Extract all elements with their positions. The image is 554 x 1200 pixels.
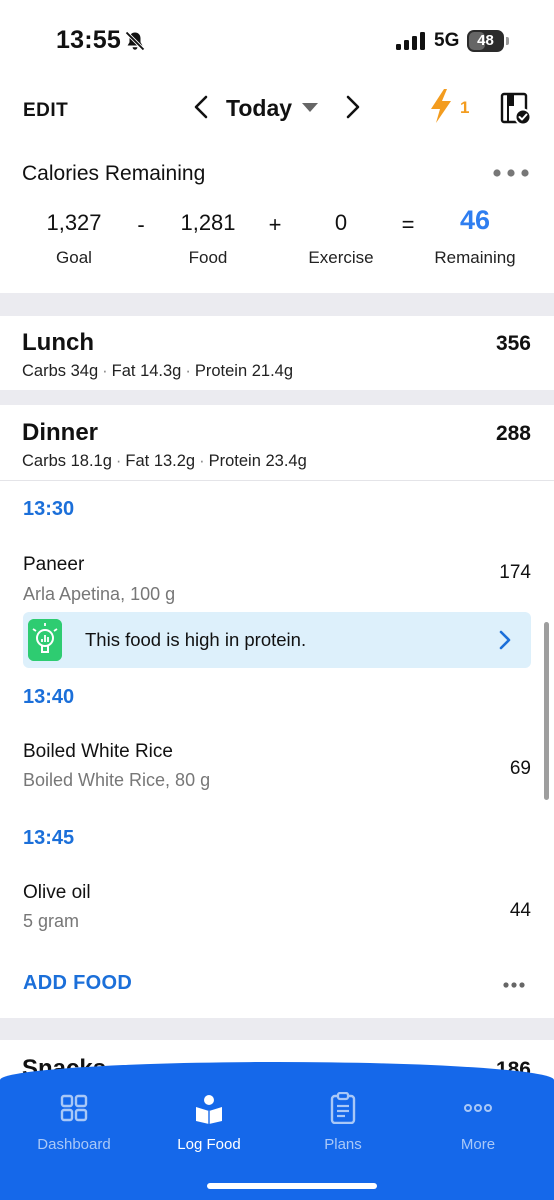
lunch-macros: Carbs 34g · Fat 14.3g · Protein 21.4g bbox=[22, 362, 294, 380]
food-name: Olive oil bbox=[23, 882, 91, 903]
bell-off-icon bbox=[125, 31, 145, 51]
caret-down-icon[interactable] bbox=[302, 103, 318, 113]
remaining-label: Remaining bbox=[434, 248, 516, 267]
exercise-column: 0 Exercise bbox=[291, 210, 391, 268]
minus-sign: - bbox=[137, 212, 145, 237]
food-detail: 5 gram bbox=[23, 911, 80, 931]
clipboard-icon bbox=[330, 1092, 356, 1124]
chevron-right-icon bbox=[499, 630, 511, 650]
lunch-title: Lunch bbox=[22, 329, 94, 356]
more-dots-icon bbox=[464, 1104, 492, 1112]
status-bar: 13:55 5G 48 bbox=[0, 0, 554, 84]
tab-bar: Dashboard Log Food Plans More bbox=[0, 1062, 554, 1200]
lunch-calories: 356 bbox=[495, 332, 531, 355]
section-gap bbox=[0, 293, 554, 316]
food-calories: 44 bbox=[509, 900, 531, 921]
equals-sign: = bbox=[401, 212, 415, 237]
entry-time: 13:30 bbox=[23, 498, 75, 520]
food-name: Paneer bbox=[23, 554, 85, 575]
streak-count[interactable]: 1 bbox=[460, 98, 469, 118]
book-icon bbox=[196, 1095, 222, 1124]
status-time: 13:55 bbox=[56, 26, 121, 54]
tab-label: Plans bbox=[324, 1136, 362, 1153]
food-calories: 69 bbox=[509, 758, 531, 779]
goal-value: 1,327 bbox=[46, 210, 102, 235]
food-value: 1,281 bbox=[180, 210, 236, 235]
more-dots-icon[interactable] bbox=[502, 981, 526, 989]
exercise-label: Exercise bbox=[308, 248, 374, 267]
goal-label: Goal bbox=[56, 248, 92, 267]
food-detail: Boiled White Rice, 80 g bbox=[23, 770, 211, 790]
add-food-button[interactable]: ADD FOOD bbox=[23, 972, 132, 995]
tab-more[interactable]: More bbox=[418, 1092, 538, 1153]
date-label[interactable]: Today bbox=[226, 95, 292, 122]
more-dots-icon[interactable] bbox=[492, 168, 530, 178]
grid-icon bbox=[60, 1094, 88, 1122]
exercise-value: 0 bbox=[334, 210, 348, 235]
edit-button[interactable]: EDIT bbox=[23, 100, 68, 122]
tip-text: This food is high in protein. bbox=[85, 629, 307, 650]
lunch-fat: Fat 14.3g bbox=[111, 362, 182, 380]
chevron-right-icon[interactable] bbox=[340, 94, 364, 120]
lightning-icon[interactable] bbox=[428, 88, 454, 124]
lunch-carbs: Carbs 34g bbox=[22, 362, 99, 380]
top-nav: EDIT Today 1 bbox=[0, 84, 554, 134]
food-label: Food bbox=[188, 248, 228, 267]
scrollbar[interactable] bbox=[544, 622, 549, 800]
divider bbox=[0, 480, 554, 481]
calories-title: Calories Remaining bbox=[22, 162, 206, 185]
tab-label: More bbox=[460, 1136, 496, 1153]
signal-icon bbox=[396, 32, 425, 50]
battery-cap bbox=[506, 37, 509, 45]
tab-dashboard[interactable]: Dashboard bbox=[14, 1092, 134, 1153]
battery-fill bbox=[469, 32, 485, 50]
battery-icon: 48 bbox=[467, 30, 511, 52]
diary-check-icon[interactable] bbox=[500, 92, 532, 126]
home-indicator[interactable] bbox=[207, 1183, 377, 1189]
dinner-calories: 288 bbox=[495, 422, 531, 445]
remaining-column: 46 Remaining bbox=[425, 205, 525, 268]
section-gap bbox=[0, 1018, 554, 1040]
food-calories: 174 bbox=[499, 562, 531, 583]
section-gap bbox=[0, 390, 554, 405]
dinner-protein: Protein 23.4g bbox=[208, 452, 307, 470]
tab-plans[interactable]: Plans bbox=[283, 1092, 403, 1153]
food-detail: Arla Apetina, 100 g bbox=[23, 584, 176, 604]
tab-label: Dashboard bbox=[37, 1136, 111, 1153]
goal-column: 1,327 Goal bbox=[28, 210, 120, 268]
remaining-value: 46 bbox=[459, 205, 491, 235]
chevron-left-icon[interactable] bbox=[190, 94, 214, 120]
lightbulb-icon bbox=[28, 619, 62, 661]
food-column: 1,281 Food bbox=[162, 210, 254, 268]
dinner-carbs: Carbs 18.1g bbox=[22, 452, 112, 470]
tab-label: Log Food bbox=[177, 1136, 241, 1153]
lunch-protein: Protein 21.4g bbox=[194, 362, 294, 380]
tab-log-food[interactable]: Log Food bbox=[149, 1092, 269, 1153]
food-name: Boiled White Rice bbox=[23, 741, 173, 762]
dinner-macros: Carbs 18.1g · Fat 13.2g · Protein 23.4g bbox=[22, 452, 307, 470]
dinner-fat: Fat 13.2g bbox=[125, 452, 196, 470]
plus-sign: + bbox=[268, 212, 282, 237]
entry-time: 13:40 bbox=[23, 686, 75, 708]
protein-tip-banner[interactable]: This food is high in protein. bbox=[23, 612, 531, 668]
entry-time: 13:45 bbox=[23, 827, 75, 849]
network-type: 5G bbox=[434, 30, 460, 51]
dinner-title[interactable]: Dinner bbox=[22, 419, 98, 447]
